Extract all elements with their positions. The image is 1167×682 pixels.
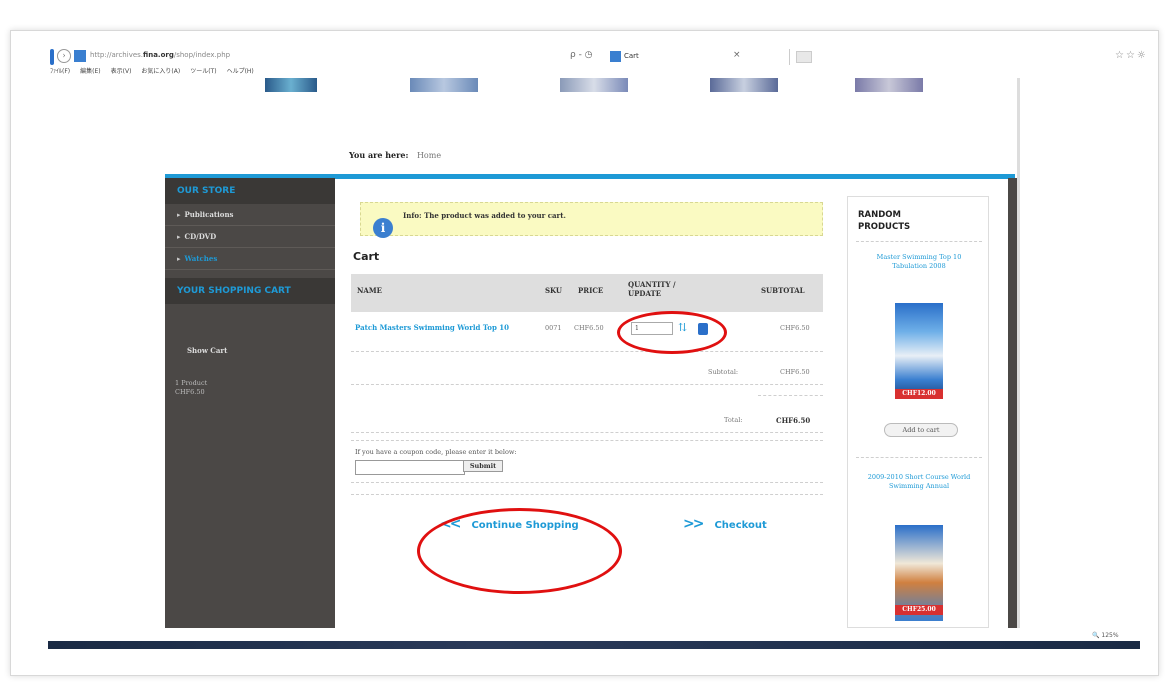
left-sidebar: OUR STORE ▸ Publications ▸ CD/DVD ▸ Watches…	[165, 178, 335, 628]
menu-file[interactable]: ﾌｧｲﾙ(F)	[50, 66, 70, 76]
divider	[351, 482, 823, 483]
tab-close-icon[interactable]: ×	[733, 50, 741, 60]
price-tag: CHF25.00	[895, 605, 943, 615]
divider	[351, 432, 823, 433]
menu-bar: ﾌｧｲﾙ(F) 編集(E) 表示(V) お気に入り(A) ツール(T) ヘルプ(…	[50, 66, 254, 76]
banner-thumb[interactable]	[855, 78, 923, 92]
cart-summary-count: 1 Product	[175, 379, 208, 387]
browser-toolbar-icons[interactable]: ☆☆☼	[1115, 50, 1148, 61]
store-heading: OUR STORE	[165, 178, 335, 204]
price-tag: CHF12.00	[895, 389, 943, 399]
menu-help[interactable]: ヘルプ(H)	[227, 66, 254, 76]
col-sku: SKU	[545, 286, 562, 295]
col-subtotal: SUBTOTAL	[761, 286, 805, 295]
info-text: Info: The product was added to your cart…	[403, 211, 566, 220]
annotation-ring	[417, 508, 622, 594]
col-price: PRICE	[578, 286, 604, 295]
divider	[856, 241, 982, 242]
menu-view[interactable]: 表示(V)	[111, 66, 132, 76]
tab-title: Cart	[624, 52, 639, 60]
page-edge	[1017, 78, 1020, 628]
sidebar-item-cd-dvd[interactable]: ▸ CD/DVD	[165, 226, 335, 248]
product-image[interactable]	[895, 303, 943, 399]
col-name: NAME	[357, 286, 382, 295]
divider	[351, 494, 823, 495]
product-link[interactable]: Master Swimming Top 10 Tabulation 2008	[848, 253, 990, 271]
coupon-prompt: If you have a coupon code, please enter …	[355, 448, 517, 456]
add-to-cart-button[interactable]: Add to cart	[884, 423, 958, 437]
total-value: CHF6.50	[776, 416, 811, 425]
info-icon: i	[373, 218, 393, 238]
breadcrumb-label: You are here:	[349, 150, 409, 160]
cart-summary: 1 Product CHF6.50	[165, 379, 335, 397]
annotation-ring	[617, 311, 727, 354]
product-link[interactable]: 2009-2010 Short Course World Swimming An…	[848, 473, 990, 491]
cart-item-sku: 0071	[545, 324, 562, 332]
bullet-icon: ▸	[177, 232, 181, 241]
random-products-heading: RANDOM PRODUCTS	[858, 210, 911, 232]
sidebar-item-watches[interactable]: ▸ Watches	[165, 248, 335, 270]
back-icon[interactable]	[50, 49, 54, 65]
info-message: i Info: The product was added to your ca…	[360, 202, 823, 238]
menu-edit[interactable]: 編集(E)	[80, 66, 100, 76]
breadcrumb: You are here: Home	[349, 150, 441, 160]
sidebar-item-publications[interactable]: ▸ Publications	[165, 204, 335, 226]
checkout-link[interactable]: >> Checkout	[683, 516, 767, 532]
page-title: Cart	[353, 250, 380, 263]
banner-thumbnails	[255, 78, 955, 96]
new-tab-button[interactable]	[796, 51, 812, 63]
cart-item-price: CHF6.50	[574, 324, 604, 332]
divider	[856, 457, 982, 458]
tab-cart[interactable]: Cart ×	[610, 49, 790, 65]
back-forward-buttons[interactable]: ›	[50, 49, 72, 65]
menu-tools[interactable]: ツール(T)	[190, 66, 216, 76]
right-sidebar-stripe	[1008, 178, 1017, 628]
divider	[351, 384, 823, 385]
cart-table-header: NAME SKU PRICE QUANTITY / UPDATE SUBTOTA…	[351, 274, 823, 312]
bullet-icon: ▸	[177, 210, 181, 219]
url-text[interactable]: http://archives.fina.org/shop/index.php	[90, 51, 230, 59]
cart-item-subtotal: CHF6.50	[780, 324, 810, 332]
total-label: Total:	[724, 416, 743, 424]
banner-thumb[interactable]	[560, 78, 628, 92]
cart-item-name-link[interactable]: Patch Masters Swimming World Top 10	[355, 322, 535, 333]
divider	[351, 351, 823, 352]
subtotal-value: CHF6.50	[780, 368, 810, 376]
bullet-icon: ▸	[177, 254, 181, 263]
tab-favicon-icon	[610, 51, 621, 62]
subtotal-label: Subtotal:	[708, 368, 739, 376]
show-cart-link[interactable]: Show Cart	[165, 346, 335, 355]
col-quantity: QUANTITY / UPDATE	[628, 280, 676, 298]
taskbar	[48, 641, 1140, 649]
banner-thumb[interactable]	[710, 78, 778, 92]
shopping-cart-heading: YOUR SHOPPING CART	[165, 278, 335, 304]
menu-favorites[interactable]: お気に入り(A)	[141, 66, 180, 76]
site-favicon-icon	[74, 50, 86, 62]
banner-thumb[interactable]	[265, 78, 317, 92]
divider	[351, 440, 823, 441]
divider	[758, 395, 823, 396]
banner-thumb[interactable]	[410, 78, 478, 92]
search-refresh-icon[interactable]: ρ - ◷	[570, 50, 593, 60]
coupon-code-input[interactable]	[355, 460, 465, 475]
forward-icon[interactable]: ›	[57, 49, 71, 63]
random-products-panel: RANDOM PRODUCTS Master Swimming Top 10 T…	[847, 196, 989, 628]
breadcrumb-home-link[interactable]: Home	[417, 151, 441, 160]
cart-summary-total: CHF6.50	[175, 388, 205, 396]
coupon-submit-button[interactable]: Submit	[463, 460, 503, 472]
zoom-level[interactable]: 🔍 125%	[1092, 632, 1119, 639]
double-chevron-right-icon: >>	[683, 516, 705, 532]
